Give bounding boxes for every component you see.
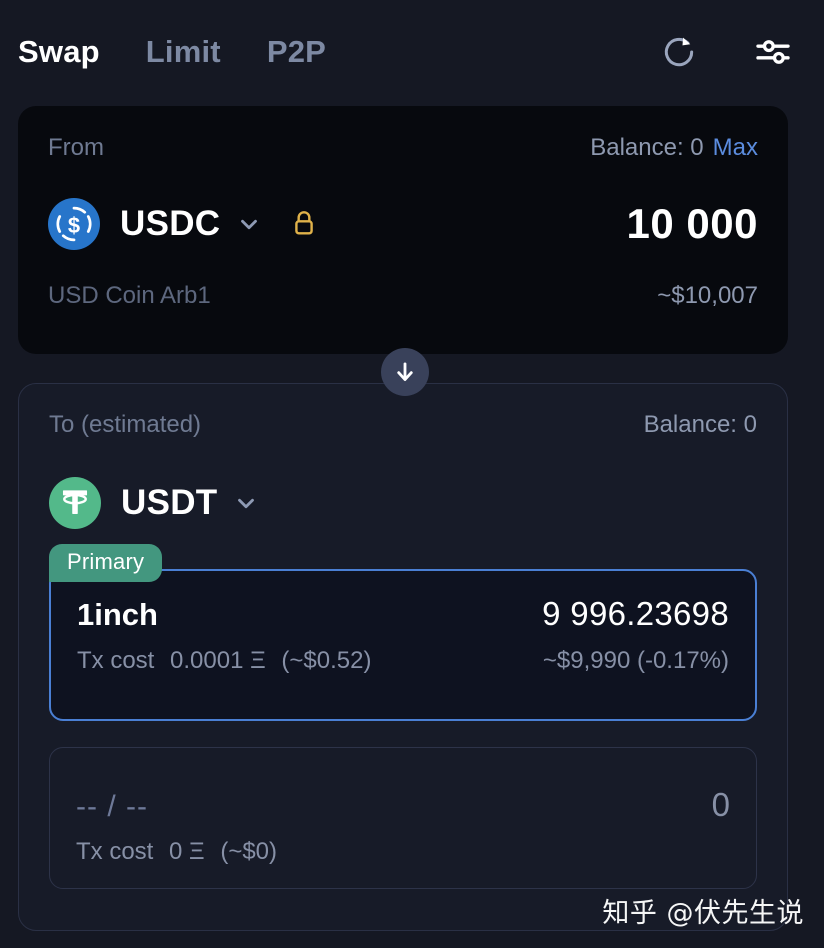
watermark-text: 知乎 @伏先生说 (602, 898, 804, 929)
refresh-button[interactable] (658, 31, 700, 73)
from-token-fullname: USD Coin Arb1 (48, 282, 211, 309)
refresh-icon (664, 37, 694, 67)
svg-text:$: $ (68, 213, 80, 238)
quote-usd-value: ~$9,990 (-0.17%) (542, 647, 729, 674)
ethereum-xi-icon: Ξ (250, 647, 266, 674)
tab-swap[interactable]: Swap (18, 34, 100, 70)
from-balance-group: Balance: 0 Max (590, 134, 758, 162)
tx-cost-value: 0.0001 (170, 647, 244, 674)
quote-output-amount-empty: 0 (711, 786, 730, 823)
quote-card-empty[interactable]: -- / -- 0 Tx cost 0 Ξ (~$0) (49, 747, 757, 889)
token-locked-indicator (290, 208, 318, 240)
from-subinfo-row: USD Coin Arb1 ~$10,007 (48, 282, 758, 310)
chevron-down-icon (241, 219, 258, 230)
from-panel: From Balance: 0 Max $ USDC 10 000 USD Co… (18, 106, 788, 354)
tx-cost-usd-empty: (~$0) (220, 838, 278, 865)
tab-p2p[interactable]: P2P (267, 34, 326, 70)
from-balance-label: Balance: 0 (590, 134, 704, 161)
quote-tx-cost-empty: Tx cost 0 Ξ (~$0) (76, 838, 277, 866)
quote-list: Primary 1inch 9 996.23698 Tx cost 0.0001… (49, 544, 757, 889)
to-token-dropdown[interactable] (233, 490, 259, 516)
tx-cost-label-empty: Tx cost (76, 838, 154, 865)
tab-list: Swap Limit P2P (18, 34, 658, 70)
from-token-dropdown[interactable] (236, 211, 262, 237)
quote-provider-name: 1inch (77, 597, 158, 632)
tx-cost-label: Tx cost (77, 647, 155, 674)
primary-badge: Primary (49, 544, 163, 582)
quote-detail-row: Tx cost 0.0001 Ξ (~$0.52) ~$9,990 (-0.17… (77, 647, 729, 675)
to-token-symbol: USDT (121, 483, 218, 522)
swap-direction-button[interactable] (381, 348, 429, 396)
to-balance-label: Balance: 0 (643, 411, 757, 438)
arrow-down-icon (397, 362, 413, 381)
lock-icon (295, 211, 314, 235)
ethereum-xi-icon-empty: Ξ (189, 838, 205, 865)
quote-main-row-empty: -- / -- 0 (76, 786, 730, 824)
quote-tx-cost: Tx cost 0.0001 Ξ (~$0.52) (77, 647, 371, 675)
settings-button[interactable] (752, 31, 794, 73)
max-button[interactable]: Max (713, 134, 758, 161)
quote-output-amount: 9 996.23698 (542, 595, 729, 632)
quote-card-primary[interactable]: Primary 1inch 9 996.23698 Tx cost 0.0001… (49, 544, 757, 721)
from-header-row: From Balance: 0 Max (48, 134, 758, 162)
chevron-down-icon (238, 498, 255, 509)
quote-main-row: 1inch 9 996.23698 (77, 595, 729, 633)
from-token-selector[interactable]: $ USDC (48, 198, 318, 250)
from-usd-value: ~$10,007 (657, 282, 758, 309)
swap-app: Swap Limit P2P From Balance: 0 Max $ USD… (0, 0, 824, 948)
usdc-coin-icon: $ (48, 198, 100, 250)
from-token-symbol: USDC (120, 204, 221, 243)
tab-limit[interactable]: Limit (146, 34, 221, 70)
usdt-tether-icon (49, 477, 101, 529)
tx-cost-value-empty: 0 (169, 838, 183, 865)
tx-cost-usd: (~$0.52) (281, 647, 372, 674)
settings-sliders-icon (756, 40, 790, 64)
from-amount-input[interactable] (398, 200, 758, 248)
from-token-row: $ USDC (48, 198, 758, 250)
to-panel: To (estimated) Balance: 0 USDT Primary 1… (18, 383, 788, 931)
to-label: To (estimated) (49, 411, 202, 438)
quote-provider-name-empty: -- / -- (76, 790, 148, 823)
to-header-row: To (estimated) Balance: 0 (49, 411, 757, 439)
quote-detail-row-empty: Tx cost 0 Ξ (~$0) (76, 838, 730, 866)
top-tab-bar: Swap Limit P2P (0, 0, 824, 104)
to-token-selector[interactable]: USDT (49, 477, 757, 529)
from-label: From (48, 134, 104, 161)
top-action-icons (658, 31, 800, 73)
